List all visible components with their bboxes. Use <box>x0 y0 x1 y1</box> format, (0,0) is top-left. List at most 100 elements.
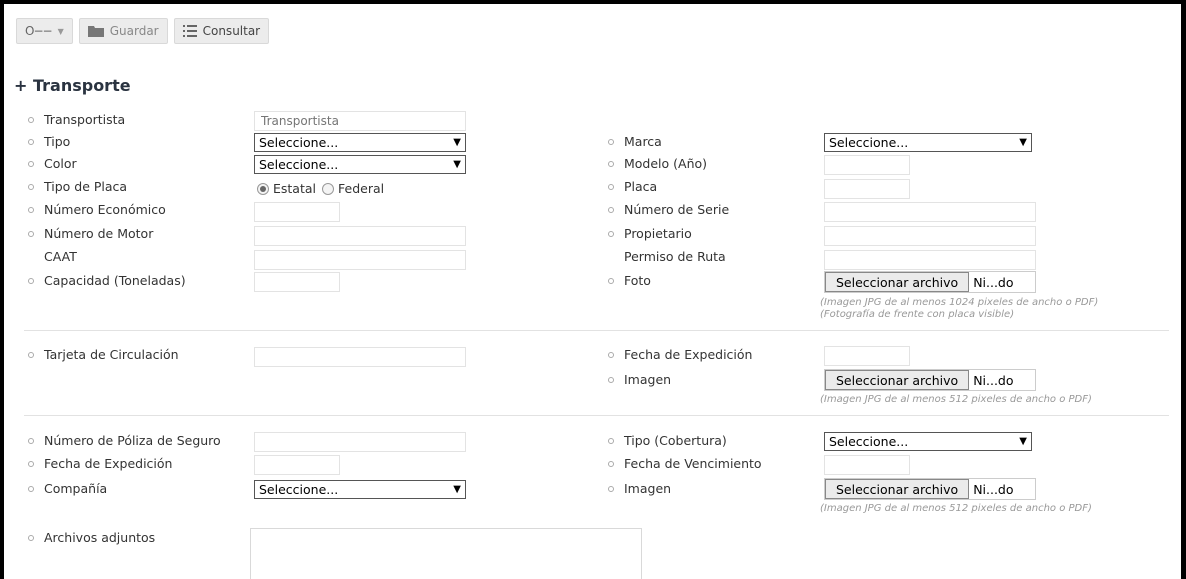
form-frame: O−− ▼ Guardar Consultar + Transporte Tra… <box>4 4 1181 579</box>
imagen-tarjeta-file-input[interactable]: Seleccionar archivo Ni...do <box>824 369 1036 391</box>
capacidad-input[interactable] <box>254 272 340 292</box>
numero-motor-input[interactable] <box>254 226 466 246</box>
tarjeta-input[interactable] <box>254 347 466 367</box>
placa-label: Placa <box>608 179 657 194</box>
toolbar: O−− ▼ Guardar Consultar <box>16 18 270 46</box>
bullet-icon <box>608 351 614 358</box>
foto-choose-file-button[interactable]: Seleccionar archivo <box>825 272 970 292</box>
tipo-cobertura-select[interactable]: Seleccione... ▼ <box>824 432 1032 451</box>
dropdown-arrow-icon: ▼ <box>453 159 461 170</box>
imagen-tarjeta-choose-file-button[interactable]: Seleccionar archivo <box>825 370 970 390</box>
radio-federal[interactable] <box>322 182 335 195</box>
transportista-input[interactable] <box>254 111 466 131</box>
modelo-input[interactable] <box>824 155 910 175</box>
consult-label: Consultar <box>202 24 261 38</box>
fecha-exp-poliza-input[interactable] <box>254 455 340 475</box>
bullet-icon <box>28 183 34 190</box>
bullet-icon <box>608 460 614 467</box>
imagen-poliza-hint: (Imagen JPG de al menos 512 pixeles de a… <box>820 503 1092 514</box>
permiso-input[interactable] <box>824 250 1036 270</box>
capacidad-label: Capacidad (Toneladas) <box>28 273 186 288</box>
foto-file-input[interactable]: Seleccionar archivo Ni...do <box>824 271 1036 293</box>
dropdown-arrow-icon: ▼ <box>453 137 461 148</box>
bullet-icon <box>28 277 34 284</box>
save-label: Guardar <box>109 24 159 38</box>
marca-select[interactable]: Seleccione... ▼ <box>824 133 1032 152</box>
dropdown-arrow-icon: ▼ <box>1019 436 1027 447</box>
folder-icon <box>87 26 104 37</box>
bullet-icon <box>28 437 34 444</box>
fecha-expedicion-label: Fecha de Expedición <box>608 347 752 362</box>
divider <box>24 330 1169 331</box>
bullet-icon <box>608 485 614 492</box>
radio-federal-label: Federal <box>338 181 385 196</box>
dropdown-arrow-icon: ▼ <box>453 484 461 495</box>
save-button[interactable]: Guardar <box>78 18 168 44</box>
bullet-icon <box>608 183 614 190</box>
imagen-poliza-choose-file-button[interactable]: Seleccionar archivo <box>825 479 970 499</box>
fecha-expedicion-input[interactable] <box>824 346 910 366</box>
bullet-icon <box>28 138 34 145</box>
poliza-label: Número de Póliza de Seguro <box>28 433 221 448</box>
foto-hint-2: (Fotografía de frente con placa visible) <box>820 309 1015 320</box>
imagen-tarjeta-hint: (Imagen JPG de al menos 512 pixeles de a… <box>820 394 1092 405</box>
divider <box>24 415 1169 416</box>
fecha-exp-poliza-label: Fecha de Expedición <box>28 456 172 471</box>
adjuntos-dropzone[interactable] <box>250 528 642 579</box>
bullet-icon <box>608 138 614 145</box>
bullet-icon <box>608 160 614 167</box>
chevron-down-icon: ▼ <box>57 26 64 36</box>
poliza-input[interactable] <box>254 432 466 452</box>
transportista-label: Transportista <box>28 112 125 127</box>
propietario-label: Propietario <box>608 226 692 241</box>
tarjeta-label: Tarjeta de Circulación <box>28 347 179 362</box>
bullet-icon <box>608 277 614 284</box>
bullet-icon <box>28 116 34 123</box>
imagen-poliza-file-name: Ni...do <box>973 481 1014 497</box>
bullet-icon <box>28 534 34 541</box>
fecha-vencimiento-input[interactable] <box>824 455 910 475</box>
numero-economico-label: Número Económico <box>28 202 166 217</box>
serie-input[interactable] <box>824 202 1036 222</box>
compania-label: Compañía <box>28 481 107 496</box>
imagen-poliza-label: Imagen <box>608 481 671 496</box>
color-select[interactable]: Seleccione... ▼ <box>254 155 466 174</box>
placa-input[interactable] <box>824 179 910 199</box>
numero-economico-input[interactable] <box>254 202 340 222</box>
foto-label: Foto <box>608 273 651 288</box>
bullet-icon <box>28 230 34 237</box>
propietario-input[interactable] <box>824 226 1036 246</box>
bullet-icon <box>608 376 614 383</box>
compania-select[interactable]: Seleccione... ▼ <box>254 480 466 499</box>
caat-input[interactable] <box>254 250 466 270</box>
bullet-icon <box>608 206 614 213</box>
radio-estatal-label: Estatal <box>273 181 317 196</box>
key-icon: O−− <box>25 24 53 38</box>
bullet-icon <box>608 230 614 237</box>
imagen-tarjeta-label: Imagen <box>608 372 671 387</box>
section-title: + Transporte <box>14 76 131 95</box>
tipo-select[interactable]: Seleccione... ▼ <box>254 133 466 152</box>
marca-label: Marca <box>608 134 662 149</box>
bullet-icon <box>28 351 34 358</box>
bullet-icon <box>28 160 34 167</box>
dropdown-arrow-icon: ▼ <box>1019 137 1027 148</box>
adjuntos-label: Archivos adjuntos <box>28 530 155 545</box>
bullet-icon <box>28 460 34 467</box>
bullet-icon <box>608 437 614 444</box>
tipo-placa-radios: Estatal Federal <box>257 181 384 196</box>
tipo-label: Tipo <box>28 134 70 149</box>
serie-label: Número de Serie <box>608 202 729 217</box>
foto-hint: (Imagen JPG de al menos 1024 pixeles de … <box>820 297 1099 308</box>
numero-motor-label: Número de Motor <box>28 226 153 241</box>
tipo-cobertura-label: Tipo (Cobertura) <box>608 433 727 448</box>
radio-estatal[interactable] <box>257 182 269 195</box>
bullet-icon <box>28 485 34 492</box>
fecha-vencimiento-label: Fecha de Vencimiento <box>608 456 762 471</box>
bullet-icon <box>28 206 34 213</box>
key-menu-button[interactable]: O−− ▼ <box>16 18 73 44</box>
caat-label: CAAT <box>44 249 77 264</box>
imagen-poliza-file-input[interactable]: Seleccionar archivo Ni...do <box>824 478 1036 500</box>
imagen-tarjeta-file-name: Ni...do <box>973 372 1014 388</box>
consult-button[interactable]: Consultar <box>173 18 270 44</box>
